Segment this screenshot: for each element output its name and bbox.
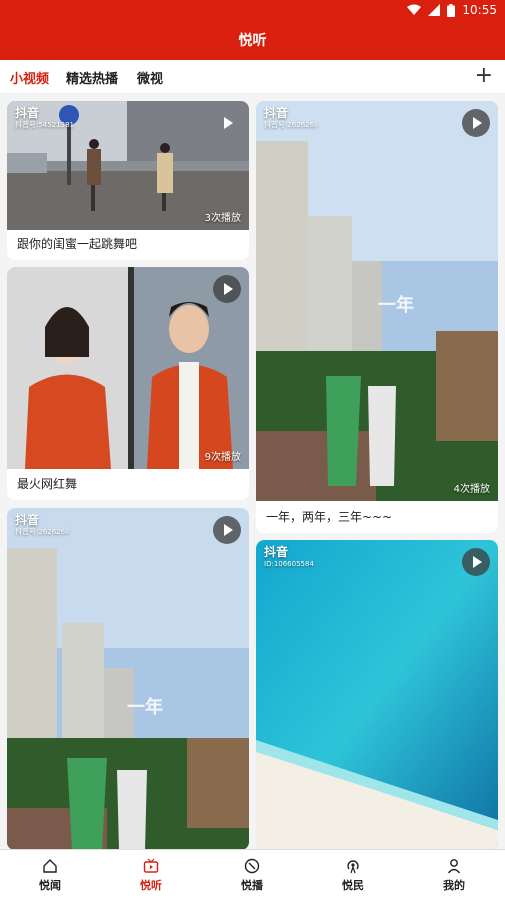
- beach-aerial-image: [256, 540, 498, 850]
- disc-icon: [244, 858, 260, 874]
- video-thumbnail: 抖音 抖音号:262626li 一年: [7, 508, 249, 850]
- home-icon: [43, 859, 57, 873]
- tab-featured[interactable]: 精选热播: [66, 68, 118, 87]
- dance-video-image: [7, 267, 249, 469]
- couple-walking-image: [256, 101, 498, 501]
- video-thumbnail: 抖音 抖音号:262626li 一年 4次播放: [256, 101, 498, 501]
- nav-item-listen[interactable]: 悦听: [121, 858, 181, 893]
- video-thumbnail: 抖音 ID:106605584: [256, 540, 498, 850]
- play-button[interactable]: [213, 109, 241, 137]
- play-button[interactable]: [213, 275, 241, 303]
- overlay-caption: 一年: [127, 697, 163, 718]
- nav-item-me[interactable]: 我的: [424, 858, 484, 893]
- douyin-watermark: 抖音 抖音号:54521381: [15, 106, 74, 129]
- couple-walking-image: [7, 508, 249, 850]
- status-bar: 10:55: [0, 0, 505, 22]
- douyin-watermark: 抖音 抖音号:262626li: [264, 106, 318, 129]
- status-time: 10:55: [462, 3, 497, 17]
- play-button[interactable]: [213, 516, 241, 544]
- video-thumbnail: 9次播放: [7, 267, 249, 469]
- wifi-icon: [407, 4, 422, 15]
- tab-bar: 小视频 精选热播 微视 +: [0, 60, 505, 94]
- video-card[interactable]: 抖音 ID:106605584: [256, 540, 498, 850]
- battery-icon: [447, 3, 456, 17]
- antenna-icon: [347, 860, 359, 874]
- view-count: 4次播放: [453, 484, 490, 495]
- tab-weishi[interactable]: 微视: [137, 68, 163, 87]
- app-bar: 悦听: [0, 22, 505, 60]
- view-count: 9次播放: [204, 452, 241, 463]
- nav-item-people[interactable]: 悦民: [323, 858, 383, 893]
- play-button[interactable]: [462, 548, 490, 576]
- tv-icon: [143, 858, 159, 873]
- overlay-caption: 一年: [378, 295, 414, 316]
- video-caption: 一年，两年，三年~~~: [266, 510, 393, 524]
- douyin-watermark: 抖音 ID:106605584: [264, 545, 314, 568]
- nav-item-broadcast[interactable]: 悦播: [222, 858, 282, 893]
- video-thumbnail: 抖音 抖音号:54521381 3次播放: [7, 101, 249, 230]
- video-caption: 最火网红舞: [17, 477, 78, 491]
- bottom-nav: 悦闻 悦听 悦播 悦民 我的: [0, 849, 505, 899]
- video-caption: 跟你的闺蜜一起跳舞吧: [17, 237, 138, 251]
- signal-icon: [428, 4, 441, 16]
- douyin-watermark: 抖音 抖音号:262626li: [15, 513, 69, 536]
- page-title: 悦听: [238, 33, 267, 49]
- video-card[interactable]: 9次播放 最火网红舞: [7, 267, 249, 500]
- add-icon[interactable]: +: [475, 63, 493, 88]
- video-card[interactable]: 抖音 抖音号:262626li 一年 4次播放 一年，两年，三年~~~: [256, 101, 498, 533]
- view-count: 3次播放: [204, 213, 241, 224]
- user-icon: [447, 859, 461, 874]
- play-button[interactable]: [462, 109, 490, 137]
- tab-short-video[interactable]: 小视频: [10, 68, 49, 87]
- video-card[interactable]: 抖音 抖音号:54521381 3次播放 跟你的闺蜜一起跳舞吧: [7, 101, 249, 260]
- nav-item-news[interactable]: 悦闻: [20, 858, 80, 893]
- video-card[interactable]: 抖音 抖音号:262626li 一年: [7, 508, 249, 850]
